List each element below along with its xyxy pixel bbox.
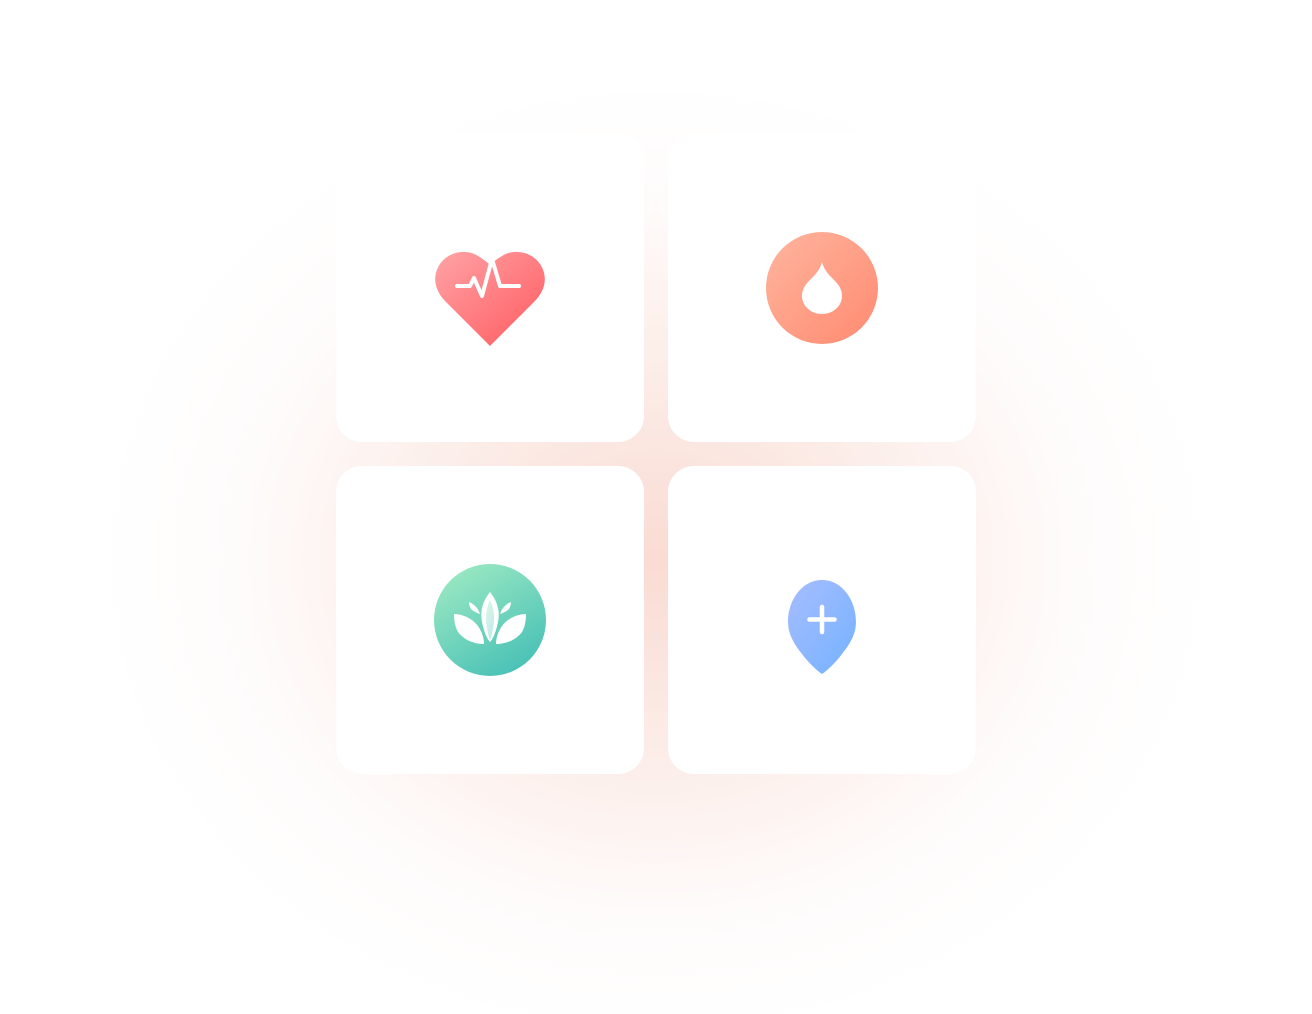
heart-rate-icon (430, 228, 550, 348)
water-drop-tile[interactable] (668, 134, 976, 442)
health-app-grid (336, 134, 976, 774)
lotus-tile[interactable] (336, 466, 644, 774)
medical-pin-tile[interactable] (668, 466, 976, 774)
lotus-icon (430, 560, 550, 680)
heart-rate-tile[interactable] (336, 134, 644, 442)
medical-location-pin-icon (762, 560, 882, 680)
water-drop-icon (762, 228, 882, 348)
